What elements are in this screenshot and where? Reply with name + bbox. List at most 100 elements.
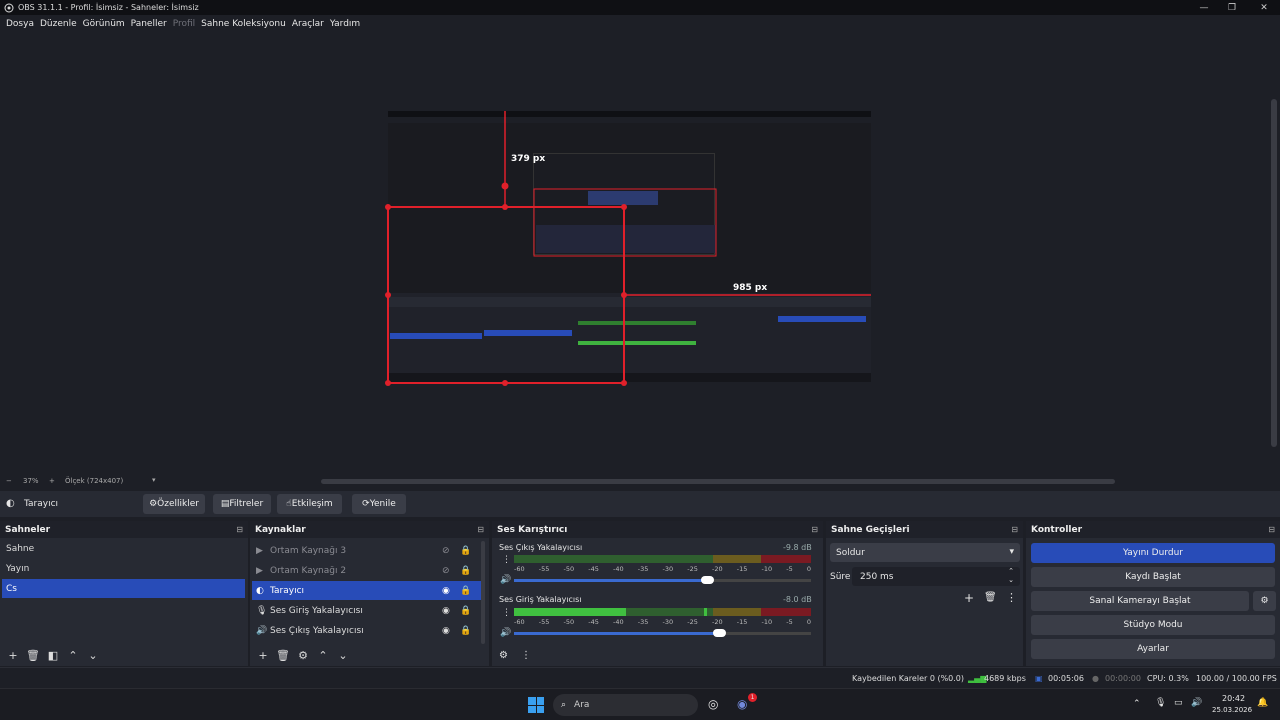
- add-icon[interactable]: +: [254, 649, 272, 662]
- source-item-selected[interactable]: ◐ Tarayıcı ◉ 🔒: [252, 581, 482, 600]
- source-item[interactable]: ▶ Ortam Kaynağı 2 ⊘ 🔒: [252, 561, 482, 580]
- guide-label-right: 985 px: [733, 283, 768, 293]
- network-icon[interactable]: ▭: [1174, 698, 1183, 708]
- refresh-button[interactable]: ⟳ Yenile: [352, 494, 406, 514]
- add-icon[interactable]: +: [4, 649, 22, 662]
- sources-dock: Kaynaklar ⊟ ▶ Ortam Kaynağı 3 ⊘ 🔒 ▶ Ortam Ka…: [250, 521, 489, 666]
- chevron-down-icon: ▾: [1009, 547, 1014, 557]
- obs-taskbar-icon[interactable]: ◎: [708, 697, 718, 711]
- scenes-toolbar: + 🗑 ◧ ⌃ ⌄: [0, 644, 248, 666]
- scene-item-selected[interactable]: Cs: [2, 579, 245, 598]
- mixer-menu-icon[interactable]: ⋮: [521, 650, 531, 661]
- move-down-icon[interactable]: ⌄: [84, 649, 102, 662]
- hidden-icon[interactable]: ⊘: [442, 546, 460, 556]
- search-icon: ⌕: [561, 700, 567, 710]
- undock-icon[interactable]: ⊟: [811, 525, 818, 534]
- move-up-icon[interactable]: ⌃: [64, 649, 82, 662]
- lock-icon[interactable]: 🔒: [460, 546, 471, 556]
- mixer-channel-name: Ses Çıkış Yakalayıcısı: [499, 543, 583, 552]
- menu-file[interactable]: Dosya: [6, 19, 34, 29]
- volume-slider[interactable]: [514, 576, 811, 584]
- lock-icon[interactable]: 🔒: [460, 626, 471, 636]
- scale-dropdown-icon[interactable]: ▾: [152, 476, 156, 484]
- eye-icon[interactable]: ◉: [442, 586, 460, 596]
- move-down-icon[interactable]: ⌄: [334, 649, 352, 662]
- discord-taskbar-icon[interactable]: ◉: [737, 697, 747, 711]
- preview-area[interactable]: 379 px 985 px: [0, 33, 1270, 475]
- tray-chevron-icon[interactable]: ⌃: [1133, 699, 1141, 709]
- source-item[interactable]: ▶ Ortam Kaynağı 3 ⊘ 🔒: [252, 541, 482, 560]
- undock-icon[interactable]: ⊟: [1011, 525, 1018, 534]
- eye-icon[interactable]: ◉: [442, 606, 460, 616]
- duration-input[interactable]: 250 ms ⌃ ⌄: [852, 567, 1020, 586]
- trash-icon[interactable]: 🗑: [274, 649, 292, 662]
- kebab-menu-icon[interactable]: ⋮: [1006, 591, 1017, 604]
- lock-icon[interactable]: 🔒: [460, 586, 471, 596]
- volume-slider[interactable]: [514, 629, 811, 637]
- speaker-icon[interactable]: 🔊: [500, 628, 511, 638]
- start-recording-button[interactable]: Kaydı Başlat: [1031, 567, 1275, 587]
- trash-icon[interactable]: 🗑: [24, 649, 42, 662]
- move-up-icon[interactable]: ⌃: [314, 649, 332, 662]
- volume-meter: [514, 555, 811, 563]
- notification-icon[interactable]: 🔔: [1257, 698, 1268, 708]
- kebab-menu-icon[interactable]: ⋮: [502, 608, 511, 618]
- lock-icon[interactable]: 🔒: [460, 606, 471, 616]
- volume-icon[interactable]: 🔊: [1191, 698, 1202, 708]
- sources-title: Kaynaklar: [255, 524, 306, 535]
- virtualcam-settings-button[interactable]: ⚙: [1253, 591, 1276, 611]
- gear-icon[interactable]: ⚙: [294, 649, 312, 662]
- menu-view[interactable]: Görünüm: [83, 19, 125, 29]
- zoom-out-button[interactable]: −: [6, 477, 12, 485]
- menu-docks[interactable]: Paneller: [131, 19, 167, 29]
- trash-icon[interactable]: 🗑: [984, 592, 997, 603]
- undock-icon[interactable]: ⊟: [477, 525, 484, 534]
- window-title: OBS 31.1.1 - Profil: İsimsiz - Sahneler:…: [18, 3, 199, 12]
- microphone-icon: 🎙: [256, 605, 268, 616]
- scene-item[interactable]: Yayın: [2, 559, 245, 578]
- sources-scrollbar[interactable]: [481, 541, 485, 644]
- settings-button[interactable]: Ayarlar: [1031, 639, 1275, 659]
- lock-icon[interactable]: 🔒: [460, 566, 471, 576]
- menu-help[interactable]: Yardım: [330, 19, 360, 29]
- preview-vertical-scrollbar[interactable]: [1269, 33, 1280, 475]
- stop-stream-button[interactable]: Yayını Durdur: [1031, 543, 1275, 563]
- source-item[interactable]: 🎙 Ses Giriş Yakalayıcısı ◉ 🔒: [252, 601, 482, 620]
- maximize-button[interactable]: ❐: [1216, 0, 1248, 15]
- properties-button[interactable]: ⚙ Özellikler: [143, 494, 205, 514]
- windows-start-icon[interactable]: [528, 697, 544, 713]
- start-virtualcam-button[interactable]: Sanal Kamerayı Başlat: [1031, 591, 1249, 611]
- dropped-frames: Kaybedilen Kareler 0 (%0.0): [852, 674, 965, 683]
- scene-item[interactable]: Sahne: [2, 539, 245, 558]
- stepper-icon[interactable]: ⌃ ⌄: [1008, 567, 1014, 585]
- play-icon: ▶: [256, 545, 263, 556]
- stream-time: 00:05:06: [1048, 674, 1084, 683]
- bitrate: 4689 kbps: [984, 674, 1026, 683]
- studio-mode-button[interactable]: Stüdyo Modu: [1031, 615, 1275, 635]
- filters-button[interactable]: ▤ Filtreler: [213, 494, 271, 514]
- preview-horizontal-scrollbar[interactable]: [321, 479, 1115, 484]
- selected-source-name: Tarayıcı: [24, 499, 59, 509]
- advanced-audio-icon[interactable]: ⚙: [499, 650, 508, 661]
- transition-select[interactable]: Soldur ▾: [830, 543, 1020, 562]
- filter-icon[interactable]: ◧: [44, 649, 62, 662]
- undock-icon[interactable]: ⊟: [236, 525, 243, 534]
- microphone-icon[interactable]: 🎙: [1155, 698, 1166, 708]
- source-toolbar: ◐ Tarayıcı ⚙ Özellikler ▤ Filtreler ☝ Etkil…: [0, 491, 1280, 517]
- taskbar-search[interactable]: ⌕ Ara: [553, 694, 698, 716]
- duration-label: Süre: [830, 572, 851, 582]
- close-button[interactable]: ✕: [1248, 0, 1280, 15]
- hidden-icon[interactable]: ⊘: [442, 566, 460, 576]
- kebab-menu-icon[interactable]: ⋮: [502, 555, 511, 565]
- speaker-icon[interactable]: 🔊: [500, 575, 511, 585]
- eye-icon[interactable]: ◉: [442, 626, 460, 636]
- source-item[interactable]: 🔊 Ses Çıkış Yakalayıcısı ◉ 🔒: [252, 621, 482, 640]
- zoom-in-button[interactable]: +: [49, 477, 55, 485]
- menu-scene-collection[interactable]: Sahne Koleksiyonu: [201, 19, 286, 29]
- undock-icon[interactable]: ⊟: [1268, 525, 1275, 534]
- menu-profile[interactable]: Profil: [173, 19, 195, 29]
- add-icon[interactable]: +: [964, 591, 974, 605]
- menu-edit[interactable]: Düzenle: [40, 19, 77, 29]
- interact-button[interactable]: ☝ Etkileşim: [277, 494, 342, 514]
- menu-tools[interactable]: Araçlar: [292, 19, 324, 29]
